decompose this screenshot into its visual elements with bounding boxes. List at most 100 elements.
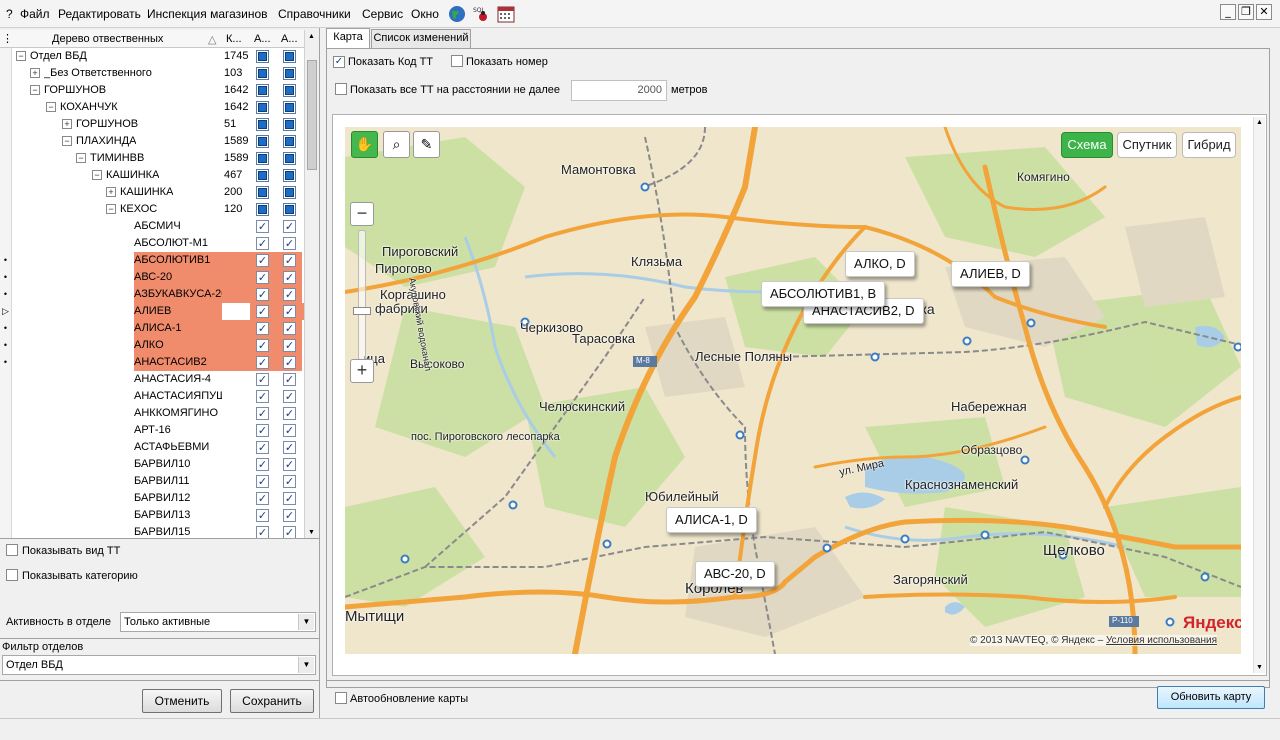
tree-header-col1[interactable]: А... bbox=[254, 33, 271, 45]
tree-row[interactable]: АСТАФЬЕВМИ ✓ ✓ bbox=[0, 439, 304, 456]
access-checkbox[interactable]: ✓ bbox=[283, 390, 296, 403]
menu-edit[interactable]: Редактировать bbox=[58, 7, 141, 21]
active-checkbox[interactable]: ✓ bbox=[256, 509, 269, 522]
access-checkbox[interactable]: ✓ bbox=[283, 305, 296, 318]
sql-bug-icon[interactable]: SQL bbox=[472, 5, 490, 23]
active-checkbox[interactable]: ✓ bbox=[256, 424, 269, 437]
chevron-down-icon[interactable]: ▼ bbox=[298, 657, 314, 673]
tree-row[interactable]: • АЗБУКАВКУСА-20 ✓ ✓ bbox=[0, 286, 304, 303]
row-indicator[interactable] bbox=[0, 133, 12, 150]
show-number-checkbox[interactable] bbox=[451, 55, 463, 70]
tree-row[interactable]: + _Без Ответственного 103 bbox=[0, 65, 304, 82]
row-indicator[interactable] bbox=[0, 116, 12, 133]
row-indicator[interactable] bbox=[0, 524, 12, 538]
tree-row[interactable]: − КЕХОС 120 bbox=[0, 201, 304, 218]
row-indicator[interactable]: • bbox=[0, 354, 12, 371]
tree-row[interactable]: • АЛИСА-1 ✓ ✓ bbox=[0, 320, 304, 337]
zoom-out-button[interactable]: − bbox=[350, 202, 374, 226]
active-checkbox[interactable] bbox=[256, 84, 269, 97]
expand-icon[interactable]: + bbox=[30, 68, 40, 78]
tree-row[interactable]: • АБСОЛЮТИВ1 ✓ ✓ bbox=[0, 252, 304, 269]
access-checkbox[interactable] bbox=[283, 135, 296, 148]
tree-row[interactable]: АБСМИЧ ✓ ✓ bbox=[0, 218, 304, 235]
active-checkbox[interactable] bbox=[256, 152, 269, 165]
tree-header-name[interactable]: Дерево отвественных bbox=[52, 33, 163, 45]
active-checkbox[interactable]: ✓ bbox=[256, 271, 269, 284]
row-indicator[interactable] bbox=[0, 65, 12, 82]
access-checkbox[interactable] bbox=[283, 101, 296, 114]
scroll-up-icon[interactable]: ▲ bbox=[308, 33, 315, 40]
tree-row[interactable]: АБСОЛЮТ-М1 ✓ ✓ bbox=[0, 235, 304, 252]
auto-refresh-checkbox[interactable] bbox=[335, 692, 347, 707]
access-checkbox[interactable]: ✓ bbox=[283, 373, 296, 386]
row-indicator[interactable] bbox=[0, 473, 12, 490]
access-checkbox[interactable]: ✓ bbox=[283, 492, 296, 505]
active-checkbox[interactable] bbox=[256, 101, 269, 114]
save-button[interactable]: Сохранить bbox=[230, 689, 314, 713]
zoom-rect-icon[interactable]: ⌕ bbox=[383, 131, 410, 158]
row-indicator[interactable] bbox=[0, 371, 12, 388]
access-checkbox[interactable]: ✓ bbox=[283, 526, 296, 538]
collapse-icon[interactable]: − bbox=[92, 170, 102, 180]
access-checkbox[interactable]: ✓ bbox=[283, 339, 296, 352]
row-indicator[interactable] bbox=[0, 150, 12, 167]
row-indicator[interactable]: • bbox=[0, 269, 12, 286]
row-indicator[interactable] bbox=[0, 490, 12, 507]
access-checkbox[interactable] bbox=[283, 50, 296, 63]
collapse-icon[interactable]: − bbox=[30, 85, 40, 95]
map-type-satellite[interactable]: Спутник bbox=[1117, 132, 1177, 158]
active-checkbox[interactable]: ✓ bbox=[256, 288, 269, 301]
map-marker[interactable]: АЛИЕВ, D bbox=[951, 261, 1030, 287]
scroll-up-icon[interactable]: ▲ bbox=[1256, 119, 1263, 126]
row-indicator[interactable] bbox=[0, 405, 12, 422]
expand-icon[interactable]: + bbox=[106, 187, 116, 197]
row-indicator[interactable] bbox=[0, 184, 12, 201]
zoom-slider[interactable] bbox=[358, 230, 366, 360]
active-checkbox[interactable] bbox=[256, 169, 269, 182]
row-indicator[interactable]: ▷ bbox=[0, 303, 12, 320]
row-indicator[interactable] bbox=[0, 439, 12, 456]
tree-row[interactable]: БАРВИЛ15 ✓ ✓ bbox=[0, 524, 304, 538]
restore-button[interactable]: ❐ bbox=[1238, 4, 1254, 20]
yandex-map[interactable]: Мамонтовка Комягино Пироговский Пирогово… bbox=[345, 127, 1241, 654]
row-indicator[interactable] bbox=[0, 201, 12, 218]
calendar-icon[interactable] bbox=[497, 5, 515, 23]
access-checkbox[interactable] bbox=[283, 186, 296, 199]
ruler-icon[interactable]: ✎ bbox=[413, 131, 440, 158]
row-indicator[interactable] bbox=[0, 99, 12, 116]
row-indicator[interactable] bbox=[0, 456, 12, 473]
access-checkbox[interactable] bbox=[283, 84, 296, 97]
show-all-checkbox[interactable] bbox=[335, 83, 347, 98]
access-checkbox[interactable]: ✓ bbox=[283, 254, 296, 267]
activity-select[interactable]: Только активные ▼ bbox=[120, 612, 316, 632]
access-checkbox[interactable]: ✓ bbox=[283, 288, 296, 301]
scroll-down-icon[interactable]: ▼ bbox=[1256, 664, 1263, 671]
access-checkbox[interactable]: ✓ bbox=[283, 322, 296, 335]
menu-file[interactable]: Файл bbox=[20, 7, 50, 21]
tree-row[interactable]: БАРВИЛ11 ✓ ✓ bbox=[0, 473, 304, 490]
minimize-button[interactable]: _ bbox=[1220, 4, 1236, 20]
map-marker[interactable]: АВС-20, D bbox=[695, 561, 775, 587]
active-checkbox[interactable] bbox=[256, 203, 269, 216]
row-indicator[interactable]: • bbox=[0, 337, 12, 354]
row-indicator[interactable] bbox=[0, 388, 12, 405]
tree-row[interactable]: ▷ АЛИЕВ ✓ ✓ bbox=[0, 303, 304, 320]
active-checkbox[interactable] bbox=[256, 118, 269, 131]
active-checkbox[interactable] bbox=[256, 186, 269, 199]
scroll-thumb[interactable] bbox=[307, 60, 317, 170]
zoom-in-button[interactable]: + bbox=[350, 359, 374, 383]
show-tt-type-checkbox[interactable] bbox=[6, 544, 18, 559]
active-checkbox[interactable]: ✓ bbox=[256, 441, 269, 454]
access-checkbox[interactable] bbox=[283, 203, 296, 216]
map-scrollbar[interactable]: ▲ ▼ bbox=[1253, 117, 1265, 673]
cancel-button[interactable]: Отменить bbox=[142, 689, 222, 713]
map-marker[interactable]: АЛКО, D bbox=[845, 251, 915, 277]
expand-icon[interactable]: + bbox=[62, 119, 72, 129]
tab-map[interactable]: Карта bbox=[326, 28, 370, 48]
access-checkbox[interactable]: ✓ bbox=[283, 441, 296, 454]
tree-row[interactable]: − КАШИНКА 467 bbox=[0, 167, 304, 184]
menu-window[interactable]: Окно bbox=[411, 7, 439, 21]
active-checkbox[interactable]: ✓ bbox=[256, 305, 269, 318]
tree-row[interactable]: АНККОМЯГИНО ✓ ✓ bbox=[0, 405, 304, 422]
tree-row[interactable]: − ТИМИНВВ 1589 bbox=[0, 150, 304, 167]
